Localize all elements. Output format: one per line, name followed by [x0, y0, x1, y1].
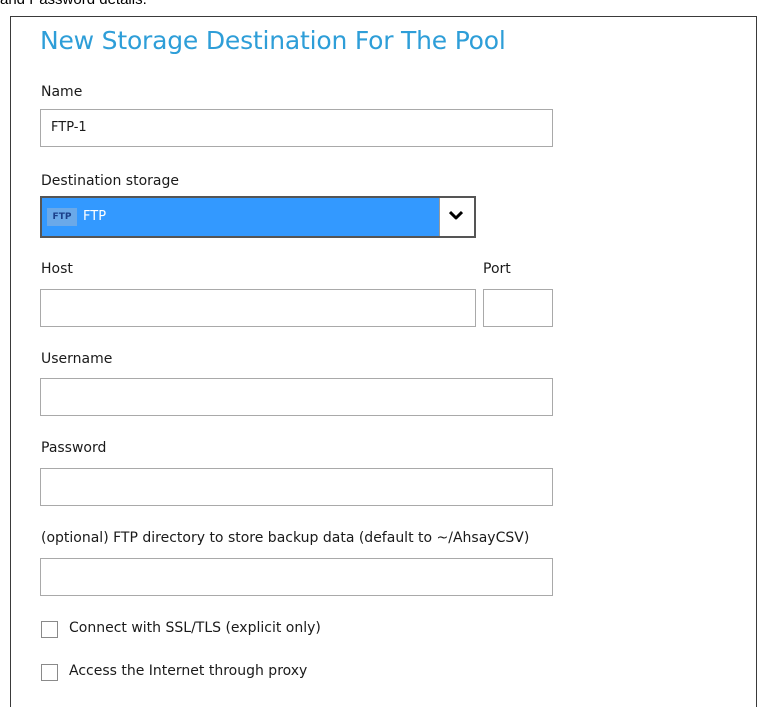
ssl-tls-checkbox[interactable]: [41, 621, 58, 638]
name-input[interactable]: FTP-1: [40, 109, 553, 147]
ftp-icon: FTP: [47, 208, 77, 226]
ftp-directory-label: (optional) FTP directory to store backup…: [41, 530, 530, 546]
password-input[interactable]: [40, 468, 553, 506]
host-label: Host: [41, 261, 73, 277]
destination-storage-value: FTP: [83, 209, 107, 224]
dropdown-button[interactable]: [439, 198, 474, 236]
port-input[interactable]: [483, 289, 553, 327]
ftp-directory-input[interactable]: [40, 558, 553, 596]
name-input-value: FTP-1: [51, 120, 87, 135]
proxy-label[interactable]: Access the Internet through proxy: [69, 663, 307, 679]
ssl-tls-label[interactable]: Connect with SSL/TLS (explicit only): [69, 620, 321, 636]
destination-storage-select[interactable]: FTP FTP: [40, 196, 476, 238]
username-label: Username: [41, 351, 113, 367]
name-label: Name: [41, 84, 83, 100]
proxy-checkbox[interactable]: [41, 664, 58, 681]
password-label: Password: [41, 440, 107, 456]
port-label: Port: [483, 261, 511, 277]
destination-storage-label: Destination storage: [41, 173, 179, 189]
username-input[interactable]: [40, 378, 553, 416]
chevron-down-icon: [449, 210, 463, 220]
top-clipped-text: and Password details.: [0, 0, 147, 8]
host-input[interactable]: [40, 289, 476, 327]
dialog-title: New Storage Destination For The Pool: [40, 26, 506, 55]
